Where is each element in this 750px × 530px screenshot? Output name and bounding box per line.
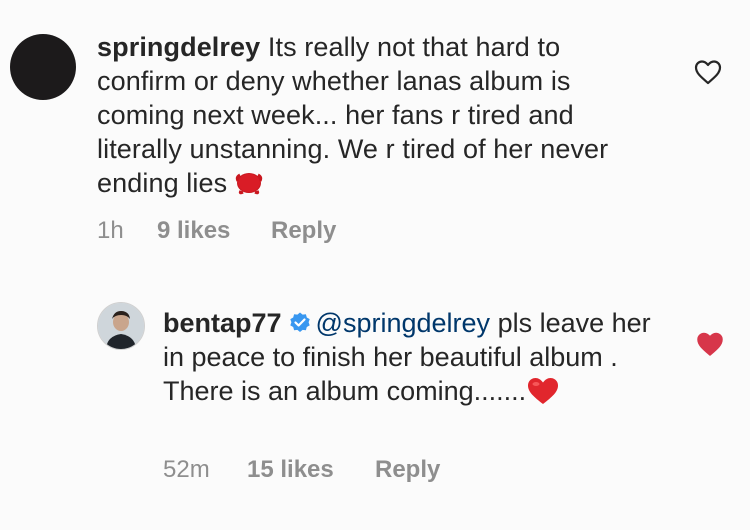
comment-like-count[interactable]: 9 likes — [157, 217, 271, 245]
comment-like-count[interactable]: 15 likes — [247, 456, 375, 484]
comment-username[interactable]: springdelrey — [97, 32, 260, 62]
heart-filled-icon[interactable] — [695, 330, 725, 358]
reply-button[interactable]: Reply — [375, 456, 440, 484]
comment-body: bentap77 @springdelrey pls leave her in … — [163, 306, 663, 408]
red-heart-emoji — [528, 378, 559, 404]
comment-thread: springdelrey Its really not that hard to… — [0, 0, 750, 530]
verified-badge-icon — [289, 312, 310, 332]
heart-outline-icon[interactable] — [693, 58, 723, 86]
comment-timestamp: 52m — [163, 456, 210, 483]
angry-red-face-emoji — [236, 173, 263, 195]
comment-timestamp: 1h — [97, 217, 124, 244]
comment-meta: 52m 15 likes Reply — [163, 456, 440, 484]
avatar-portrait-icon — [98, 303, 144, 349]
avatar[interactable] — [97, 302, 145, 350]
reply-button[interactable]: Reply — [271, 217, 336, 245]
comment-mention[interactable]: @springdelrey — [316, 308, 491, 338]
comment-meta: 1h 9 likes Reply — [97, 217, 336, 245]
comment-username[interactable]: bentap77 — [163, 308, 282, 338]
avatar[interactable] — [10, 34, 76, 100]
comment-body: springdelrey Its really not that hard to… — [97, 30, 657, 200]
